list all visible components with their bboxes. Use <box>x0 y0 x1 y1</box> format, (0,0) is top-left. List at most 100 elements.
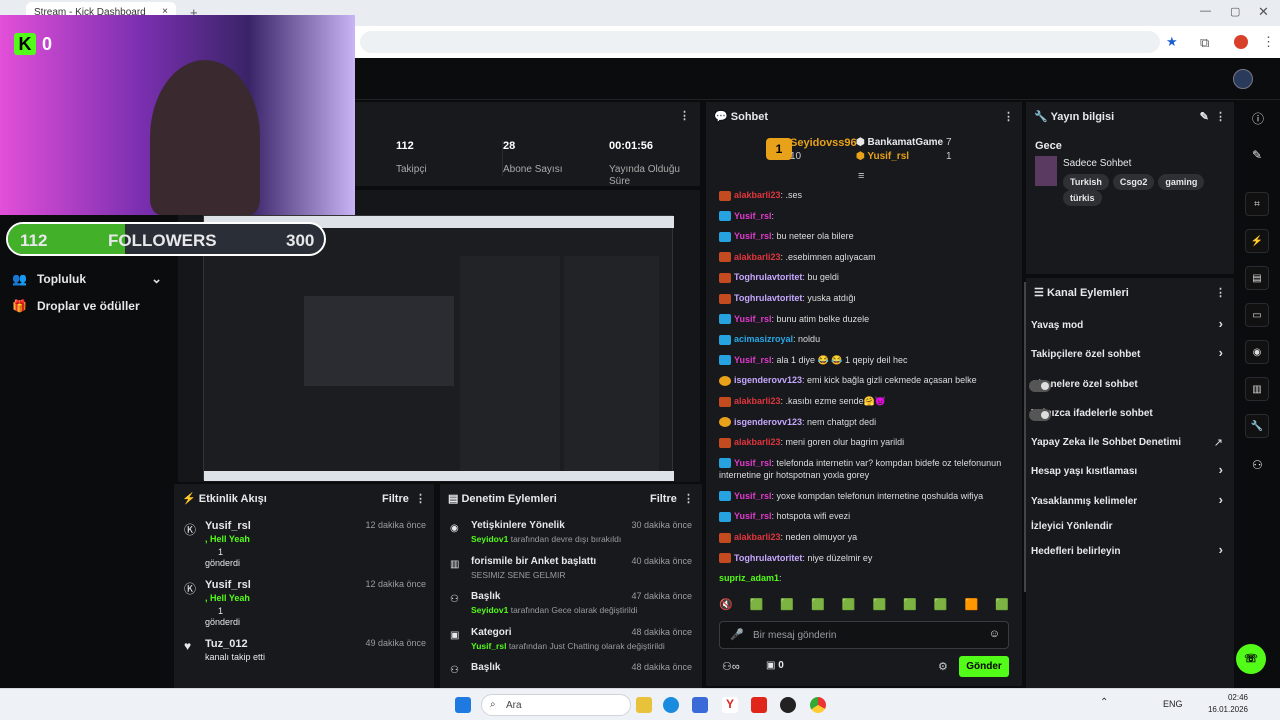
chat-username[interactable]: Toghrulavtoritet <box>734 293 802 303</box>
store-icon[interactable] <box>692 697 708 713</box>
support-chat-button[interactable]: ☏ <box>1236 644 1266 674</box>
stats-menu-icon[interactable]: ⋮ <box>679 109 690 122</box>
document-icon[interactable]: ▤ <box>1245 266 1269 290</box>
chat-menu-icon[interactable]: ⋮ <box>1003 110 1014 123</box>
channel-action-item[interactable]: İzleyici Yönlendir <box>1031 519 1227 537</box>
youtube-icon[interactable] <box>751 697 767 713</box>
bookmark-star-icon[interactable]: ★ <box>1166 34 1178 50</box>
chat-input-box[interactable]: 🎤 Bir mesaj gönderin ☺ <box>719 621 1009 649</box>
clock-time[interactable]: 02:46 <box>1222 693 1248 702</box>
channel-action-item[interactable]: Yapay Zeka ile Sohbet Denetimi ↗ <box>1031 435 1227 453</box>
minimize-icon[interactable]: — <box>1200 5 1211 17</box>
emote-icon[interactable]: 🟩 <box>780 598 794 618</box>
expand-icon[interactable]: ≡ <box>858 170 864 182</box>
profile-avatar[interactable] <box>1234 35 1248 49</box>
emote-icon[interactable]: 🟩 <box>842 598 856 618</box>
toggle-switch[interactable] <box>1029 409 1051 421</box>
chat-username[interactable]: alakbarli23 <box>734 190 781 200</box>
chat-username[interactable]: alakbarli23 <box>734 396 781 406</box>
chat-username[interactable]: Toghrulavtoritet <box>734 272 802 282</box>
chat-username[interactable]: Yusif_rsl <box>734 314 772 324</box>
pencil-icon[interactable]: ✎ <box>1252 148 1262 162</box>
chat-username[interactable]: acimasizroyal <box>734 334 793 344</box>
wrench-icon[interactable]: 🔧 <box>1245 414 1269 438</box>
url-input[interactable] <box>360 31 1160 53</box>
moderation-user[interactable]: Seyidov1 <box>471 534 508 544</box>
moderation-menu-icon[interactable]: ⋮ <box>683 493 694 505</box>
chat-username[interactable]: alakbarli23 <box>734 252 781 262</box>
moderation-user[interactable]: Yusif_rsl <box>471 641 506 651</box>
stream-info-menu-icon[interactable]: ⋮ <box>1215 111 1226 123</box>
moderation-user[interactable]: Seyidov1 <box>471 605 508 615</box>
emote-icon[interactable]: 🟩 <box>903 598 917 618</box>
windows-start-icon[interactable] <box>455 697 471 713</box>
broadcast-icon[interactable]: ◉ <box>1245 340 1269 364</box>
chat-username[interactable]: Yusif_rsl <box>734 458 772 468</box>
file-explorer-icon[interactable] <box>636 697 652 713</box>
chat-username[interactable]: isgenderovv123 <box>734 375 802 385</box>
send-button[interactable]: Gönder <box>959 656 1009 677</box>
emote-icon[interactable]: 🟧 <box>965 598 979 618</box>
emote-icon[interactable]: 🟩 <box>811 598 825 618</box>
channel-action-item[interactable]: Hedefleri belirleyin › <box>1031 542 1227 562</box>
emoji-picker-icon[interactable]: ☺ <box>989 628 1000 640</box>
chat-username[interactable]: Yusif_rsl <box>734 491 772 501</box>
activity-user[interactable]: Tuz_012 <box>205 638 248 650</box>
nav-droplar[interactable]: 🎁 Droplar ve ödüller <box>12 293 162 319</box>
info-icon[interactable]: ⓘ <box>1252 110 1264 127</box>
emote-icon[interactable]: 🟩 <box>750 598 764 618</box>
clock-date[interactable]: 16.01.2026 <box>1200 705 1248 714</box>
obs-icon[interactable] <box>780 697 796 713</box>
gifter-2[interactable]: ⬢ BankamatGame <box>856 137 943 148</box>
user-avatar[interactable] <box>1233 69 1253 89</box>
community-icon[interactable]: ⚇∞ <box>722 660 740 673</box>
channel-action-item[interactable]: Takipçilere özel sohbet › <box>1031 345 1227 365</box>
chat-bubble-icon[interactable]: ▭ <box>1245 303 1269 327</box>
chrome-icon[interactable] <box>810 697 826 713</box>
edge-icon[interactable] <box>663 697 679 713</box>
layout-icon[interactable]: ▥ <box>1245 377 1269 401</box>
chat-username[interactable]: Yusif_rsl <box>734 211 772 221</box>
language-indicator[interactable]: ENG <box>1163 699 1183 709</box>
browser-menu-icon[interactable]: ⋮ <box>1262 34 1275 50</box>
tray-chevron-icon[interactable]: ⌃ <box>1100 697 1108 708</box>
edit-icon[interactable]: ✎ <box>1200 111 1209 123</box>
yandex-icon[interactable]: Y <box>722 697 738 713</box>
activity-filter-button[interactable]: Filtre <box>382 493 409 505</box>
maximize-icon[interactable]: ▢ <box>1230 5 1240 18</box>
emote-icon[interactable]: 🟩 <box>872 598 886 618</box>
points-display[interactable]: ▣ 0 <box>766 660 784 671</box>
channel-action-item[interactable]: Hesap yaşı kısıtlaması › <box>1031 462 1227 482</box>
bolt-icon[interactable]: ⚡ <box>1245 229 1269 253</box>
chat-username[interactable]: Yusif_rsl <box>734 511 772 521</box>
emote-icon[interactable]: 🔇 <box>719 598 733 618</box>
screenshot-icon[interactable]: ⌗ <box>1245 192 1269 216</box>
channel-action-item[interactable]: Abonelere özel sohbet <box>1029 377 1227 395</box>
chat-username[interactable]: isgenderovv123 <box>734 417 802 427</box>
moderation-filter-button[interactable]: Filtre <box>650 493 677 505</box>
taskbar-search[interactable]: ⌕ Ara <box>481 694 631 716</box>
channel-action-item[interactable]: Yasaklanmış kelimeler › <box>1031 492 1227 512</box>
channel-action-item[interactable]: Yalnızca ifadelerle sohbet <box>1029 406 1227 424</box>
emote-icon[interactable]: 🟩 <box>995 598 1009 618</box>
chat-username[interactable]: supriz_adam1 <box>719 573 779 583</box>
chat-settings-icon[interactable]: ⚙ <box>938 660 948 673</box>
emote-icon[interactable]: 🟩 <box>934 598 948 618</box>
window-close-icon[interactable]: ✕ <box>1258 4 1269 20</box>
channel-actions-menu-icon[interactable]: ⋮ <box>1215 286 1226 299</box>
community-icon[interactable]: ⚇ <box>1252 458 1263 472</box>
chat-username[interactable]: Yusif_rsl <box>734 231 772 241</box>
gifter-3[interactable]: ⬢ Yusif_rsl <box>856 151 909 162</box>
toggle-switch[interactable] <box>1029 380 1051 392</box>
activity-user[interactable]: Yusif_rsl <box>205 520 251 532</box>
microphone-icon[interactable]: 🎤 <box>730 628 744 641</box>
chat-username[interactable]: Yusif_rsl <box>734 355 772 365</box>
chat-username[interactable]: alakbarli23 <box>734 532 781 542</box>
extensions-icon[interactable]: ⧉ <box>1200 35 1209 51</box>
chat-username[interactable]: Toghrulavtoritet <box>734 553 802 563</box>
chat-username[interactable]: alakbarli23 <box>734 437 781 447</box>
channel-action-item[interactable]: Yavaş mod › <box>1031 316 1227 336</box>
activity-menu-icon[interactable]: ⋮ <box>415 493 426 505</box>
nav-topluluk[interactable]: 👥 Topluluk ⌄ <box>12 266 162 292</box>
gifter-name[interactable]: Seyidovss96 <box>790 137 857 149</box>
